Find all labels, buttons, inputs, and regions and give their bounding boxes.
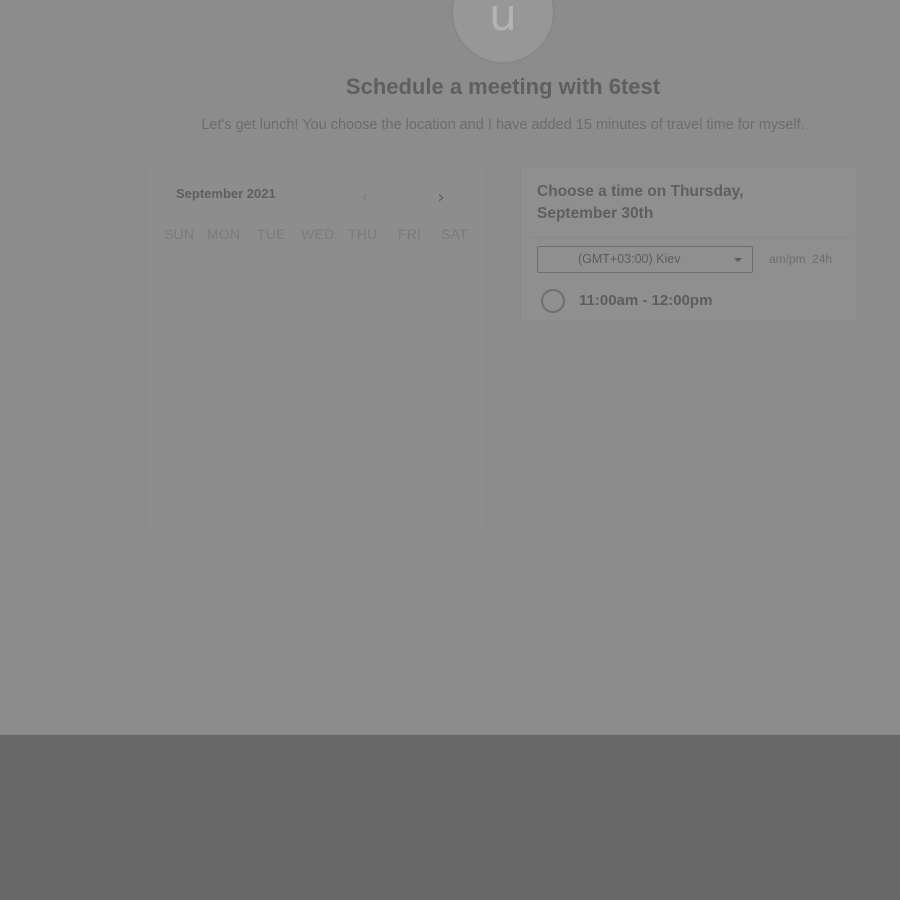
time-slot-panel: Choose a time on Thursday, September 30t…: [520, 166, 858, 322]
calendar-panel: September 2021 ‹ › SUN MON TUE WED THU F…: [146, 166, 486, 530]
footer-area: [0, 735, 900, 900]
weekday-sat: SAT: [441, 226, 468, 242]
meeting-description: Let's get lunch! You choose the location…: [201, 117, 805, 133]
calendar-month-label: September 2021: [176, 186, 276, 201]
chevron-left-icon[interactable]: ‹: [353, 186, 377, 210]
time-slot-heading: Choose a time on Thursday, September 30t…: [537, 183, 744, 222]
weekday-wed: WED: [301, 226, 335, 242]
weekday-fri: FRI: [398, 226, 422, 242]
weekday-header: SUN MON TUE WED THU FRI SAT: [155, 226, 485, 244]
weekday-sun: SUN: [164, 226, 195, 242]
weekday-thu: THU: [348, 226, 378, 242]
page-title: Schedule a meeting with 6test: [345, 74, 661, 99]
weekday-mon: MON: [207, 226, 241, 242]
time-format-toggle: am/pm 24h: [769, 252, 835, 266]
chevron-down-icon: [734, 258, 742, 262]
timezone-value: (GMT+03:00) Kiev: [578, 252, 681, 266]
weekday-tue: TUE: [257, 226, 286, 242]
divider: [529, 237, 851, 238]
timezone-select[interactable]: (GMT+03:00) Kiev: [537, 246, 753, 273]
format-ampm[interactable]: am/pm: [769, 252, 806, 266]
avatar-initial: u: [489, 0, 517, 41]
format-24h[interactable]: 24h: [812, 252, 832, 266]
chevron-right-icon[interactable]: ›: [429, 186, 453, 210]
radio-icon[interactable]: [541, 289, 565, 313]
time-slot-label: 11:00am - 12:00pm: [579, 292, 713, 309]
